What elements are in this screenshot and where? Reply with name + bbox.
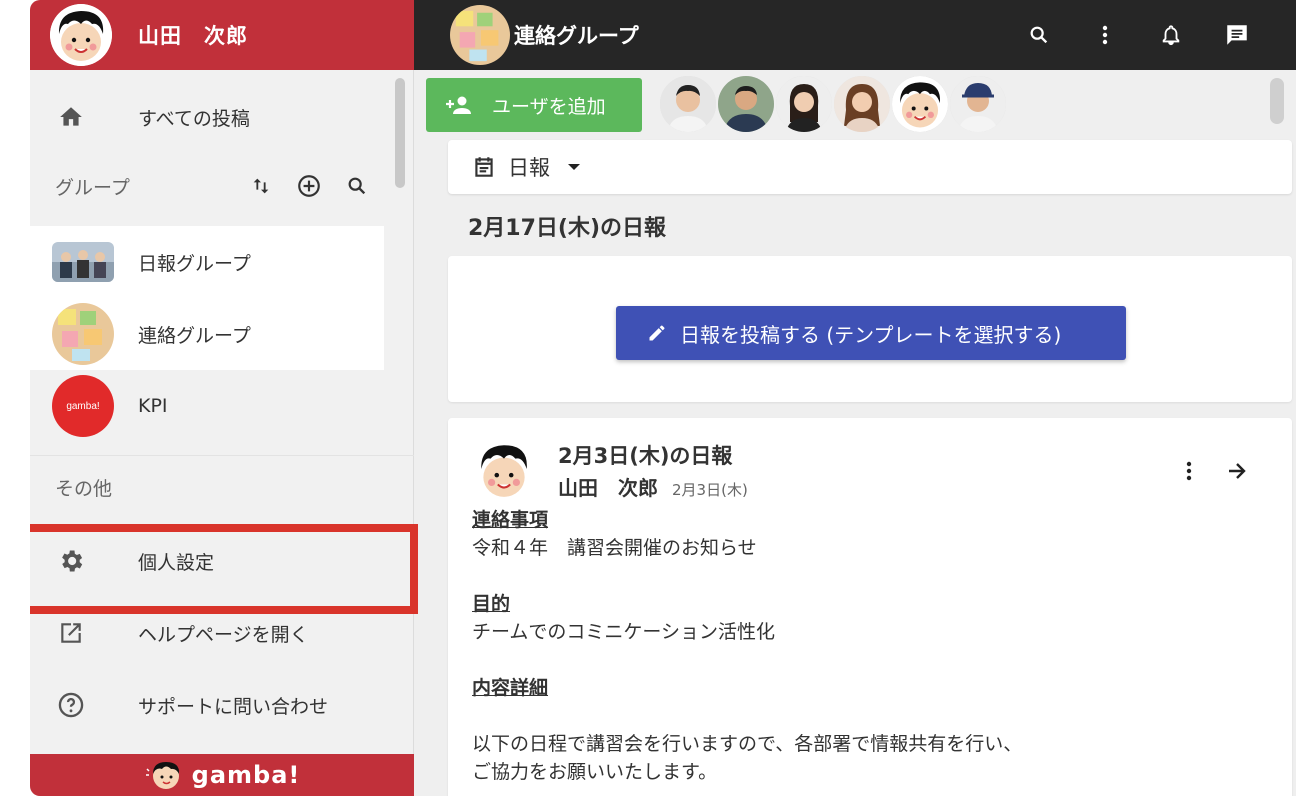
bell-icon[interactable] [1156, 20, 1186, 50]
report-author: 山田 次郎 [558, 476, 658, 500]
help-circle-icon [56, 690, 86, 720]
add-user-button[interactable]: ユーザを追加 [426, 78, 642, 132]
brand-name: gamba! [191, 761, 301, 789]
member-avatar[interactable] [948, 74, 1008, 134]
sidebar-scrollbar[interactable] [395, 78, 405, 188]
more-vertical-icon[interactable] [1090, 20, 1120, 50]
caret-down-icon [564, 157, 584, 177]
groups-header: グループ [30, 160, 384, 212]
home-icon [56, 102, 86, 132]
author-avatar[interactable] [472, 438, 536, 502]
gamba-mascot-icon [145, 762, 179, 789]
cartoon-face-icon [472, 438, 536, 502]
report-date: 2月3日(木) [672, 481, 748, 499]
sidebar-item-support[interactable]: サポートに問い合わせ [30, 670, 384, 740]
report-author-line: 山田 次郎 2月3日(木) [558, 472, 748, 501]
post-report-button[interactable]: 日報を投稿する (テンプレートを選択する) [616, 306, 1126, 360]
sticky-notes-icon [52, 303, 114, 365]
group-label: 日報グループ [138, 252, 251, 275]
group-thumbnail [52, 303, 114, 365]
gamba-logo-text: gamba! [66, 400, 100, 412]
group-label: KPI [138, 395, 168, 417]
post-report-label: 日報を投稿する (テンプレートを選択する) [680, 322, 1062, 347]
arrow-right-icon[interactable] [1222, 456, 1252, 486]
group-item-contact[interactable]: 連絡グループ [30, 298, 384, 370]
group-item-kpi[interactable]: gamba! KPI [30, 370, 384, 442]
cartoon-face-icon [50, 4, 112, 66]
sidebar-item-label: ヘルプページを開く [138, 623, 309, 646]
report-date-heading: 2月17日(木)の日報 [468, 216, 667, 241]
sidebar-item-label: サポートに問い合わせ [138, 695, 329, 718]
sticky-notes-icon [450, 5, 510, 65]
section-heading: 連絡事項 [472, 509, 549, 531]
member-avatars [658, 74, 1008, 136]
add-user-label: ユーザを追加 [492, 95, 606, 118]
topbar: 連絡グループ [414, 0, 1296, 70]
user-name: 山田 次郎 [138, 24, 248, 48]
calendar-icon [470, 153, 498, 181]
member-avatar[interactable] [890, 74, 950, 134]
detail-line: ご協力をお願いいたします。 [472, 761, 718, 783]
member-avatar[interactable] [716, 74, 776, 134]
more-vertical-icon[interactable] [1176, 456, 1202, 486]
open-external-icon [56, 618, 86, 648]
groups-label: グループ [55, 176, 130, 199]
group-thumbnail [450, 5, 510, 65]
search-icon[interactable] [1024, 20, 1054, 50]
section-text: チームでのコミニケーション活性化 [472, 621, 776, 643]
group-title: 連絡グループ [514, 24, 639, 48]
sidebar-footer: gamba! [30, 754, 414, 796]
sidebar: 山田 次郎 すべての投稿 グループ 日報グループ 連絡グループ gamba! K… [30, 0, 418, 796]
section-heading: 内容詳細 [472, 677, 549, 699]
member-avatar[interactable] [774, 74, 834, 134]
group-thumbnail [52, 242, 114, 282]
report-title[interactable]: 2月3日(木)の日報 [558, 440, 732, 470]
pencil-icon [646, 322, 668, 344]
detail-line: 以下の日程で講習会を行いますので、各部署で情報共有を行い、 [472, 733, 1023, 755]
group-label: 連絡グループ [138, 324, 251, 347]
post-type-value: 日報 [508, 156, 550, 180]
sidebar-header: 山田 次郎 [30, 0, 414, 70]
member-avatar[interactable] [658, 74, 718, 134]
member-avatar[interactable] [832, 74, 892, 134]
add-group-icon[interactable] [296, 173, 322, 199]
group-thumbnail: gamba! [52, 375, 114, 437]
app-window: 山田 次郎 すべての投稿 グループ 日報グループ 連絡グループ gamba! K… [30, 0, 1296, 796]
group-item-daily-report[interactable]: 日報グループ [30, 226, 384, 298]
other-section-label: その他 [55, 478, 113, 500]
sidebar-item-label: すべての投稿 [138, 107, 250, 130]
main-scrollbar[interactable] [1270, 78, 1284, 124]
group-photo-icon [52, 242, 114, 282]
user-avatar[interactable] [50, 4, 112, 66]
report-body: 連絡事項 令和４年 講習会開催のお知らせ 目的 チームでのコミニケーション活性化… [472, 506, 1252, 786]
sidebar-item-all-posts[interactable]: すべての投稿 [30, 82, 384, 152]
divider [30, 455, 414, 456]
section-text: 令和４年 講習会開催のお知らせ [472, 537, 757, 559]
post-card: 日報を投稿する (テンプレートを選択する) [448, 256, 1292, 402]
person-add-icon [444, 90, 474, 120]
main-content: 連絡グループ ユーザを追加 日報 2月17日(木)の日報 日報を投稿する (テン… [414, 0, 1296, 796]
chat-icon[interactable] [1222, 20, 1252, 50]
sort-icon[interactable] [248, 173, 274, 199]
search-icon[interactable] [344, 173, 370, 199]
post-type-select[interactable]: 日報 [448, 140, 1292, 194]
highlight-annotation [30, 524, 418, 614]
section-heading: 目的 [472, 593, 511, 615]
report-card: 2月3日(木)の日報 山田 次郎 2月3日(木) 連絡事項 令和４年 講習会開催… [448, 418, 1292, 796]
